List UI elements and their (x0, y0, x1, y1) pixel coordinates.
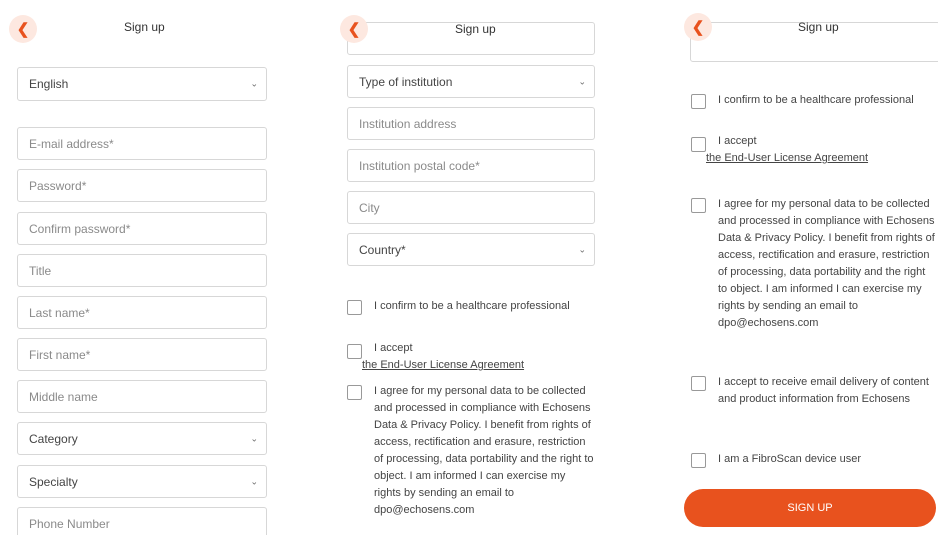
middle-name-field[interactable]: Middle name (17, 380, 267, 413)
confirm-hcp-label: I confirm to be a healthcare professiona… (374, 300, 570, 312)
privacy-checkbox-row[interactable]: I agree for my personal data to be colle… (691, 196, 936, 332)
privacy-checkbox-row[interactable]: I agree for my personal data to be colle… (347, 383, 595, 519)
first-name-field[interactable]: First name* (17, 338, 267, 371)
last-name-placeholder: Last name* (29, 305, 90, 320)
back-button[interactable]: ❮ (9, 15, 37, 43)
chevron-down-icon: ⌄ (578, 244, 586, 254)
category-select[interactable]: Category ⌄ (17, 422, 267, 455)
email-delivery-checkbox[interactable] (691, 376, 706, 391)
city-field[interactable]: City (347, 191, 595, 224)
institution-address-placeholder: Institution address (359, 116, 457, 131)
confirm-password-field[interactable]: Confirm password* (17, 212, 267, 245)
confirm-hcp-label: I confirm to be a healthcare professiona… (718, 94, 914, 106)
page-title: Sign up (455, 22, 496, 36)
country-value: Country* (359, 242, 406, 257)
language-select[interactable]: English ⌄ (17, 67, 267, 101)
fibroscan-checkbox[interactable] (691, 453, 706, 468)
signup-screen-1: ❮ Sign up English ⌄ E-mail address* Pass… (0, 0, 300, 535)
chevron-down-icon: ⌄ (250, 476, 258, 486)
eula-link[interactable]: the End-User License Agreement (362, 357, 524, 374)
category-value: Category (29, 431, 78, 446)
password-field[interactable]: Password* (17, 169, 267, 202)
privacy-consent-label: I agree for my personal data to be colle… (374, 385, 594, 516)
specialty-value: Specialty (29, 474, 78, 489)
email-placeholder: E-mail address* (29, 136, 114, 151)
eula-label: I accept the End-User License Agreement (706, 133, 868, 167)
fibroscan-checkbox-row[interactable]: I am a FibroScan device user (691, 451, 936, 468)
chevron-left-icon: ❮ (16, 21, 30, 38)
confirm-hcp-checkbox[interactable] (347, 300, 362, 315)
last-name-field[interactable]: Last name* (17, 296, 267, 329)
email-delivery-checkbox-row[interactable]: I accept to receive email delivery of co… (691, 374, 936, 408)
institution-type-select[interactable]: Type of institution ⌄ (347, 65, 595, 98)
eula-checkbox[interactable] (347, 344, 362, 359)
page-title: Sign up (124, 20, 165, 34)
first-name-placeholder: First name* (29, 347, 91, 362)
privacy-checkbox[interactable] (691, 198, 706, 213)
institution-postal-placeholder: Institution postal code* (359, 158, 480, 173)
eula-checkbox-row[interactable]: I accept the End-User License Agreement (691, 133, 936, 167)
email-delivery-label: I accept to receive email delivery of co… (718, 376, 929, 405)
chevron-down-icon: ⌄ (578, 76, 586, 86)
email-field[interactable]: E-mail address* (17, 127, 267, 160)
eula-checkbox-row[interactable]: I accept the End-User License Agreement (347, 340, 612, 374)
confirm-hcp-checkbox-row[interactable]: I confirm to be a healthcare professiona… (347, 298, 612, 315)
chevron-down-icon: ⌄ (250, 78, 258, 89)
password-placeholder: Password* (29, 178, 87, 193)
privacy-checkbox[interactable] (347, 385, 362, 400)
middle-name-placeholder: Middle name (29, 389, 98, 404)
title-placeholder: Title (29, 263, 52, 278)
city-placeholder: City (359, 200, 380, 215)
chevron-left-icon: ❮ (691, 19, 705, 36)
accept-label: I accept (374, 342, 413, 354)
institution-address-field[interactable]: Institution address (347, 107, 595, 140)
title-field[interactable]: Title (17, 254, 267, 287)
confirm-password-placeholder: Confirm password* (29, 221, 131, 236)
language-value: English (29, 77, 69, 91)
chevron-down-icon: ⌄ (250, 433, 258, 443)
page-title: Sign up (798, 20, 839, 34)
confirm-hcp-checkbox[interactable] (691, 94, 706, 109)
country-select[interactable]: Country* ⌄ (347, 233, 595, 266)
back-button[interactable]: ❮ (684, 13, 712, 41)
fibroscan-label: I am a FibroScan device user (718, 453, 862, 465)
signup-screen-3: ❮ Sign up I confirm to be a healthcare p… (670, 0, 938, 535)
eula-label: I accept the End-User License Agreement (362, 340, 524, 374)
eula-checkbox[interactable] (691, 137, 706, 152)
signup-screen-2: ❮ Sign up Type of institution ⌄ Institut… (330, 0, 620, 535)
confirm-hcp-checkbox-row[interactable]: I confirm to be a healthcare professiona… (691, 92, 936, 109)
chevron-left-icon: ❮ (347, 21, 361, 38)
back-button[interactable]: ❮ (340, 15, 368, 43)
accept-label: I accept (718, 135, 757, 147)
privacy-consent-label: I agree for my personal data to be colle… (718, 198, 935, 329)
sign-up-button[interactable]: SIGN UP (684, 489, 936, 527)
specialty-select[interactable]: Specialty ⌄ (17, 465, 267, 498)
eula-link[interactable]: the End-User License Agreement (706, 150, 868, 167)
institution-postal-field[interactable]: Institution postal code* (347, 149, 595, 182)
institution-type-value: Type of institution (359, 74, 453, 89)
phone-placeholder: Phone Number (29, 516, 110, 531)
phone-field[interactable]: Phone Number (17, 507, 267, 535)
